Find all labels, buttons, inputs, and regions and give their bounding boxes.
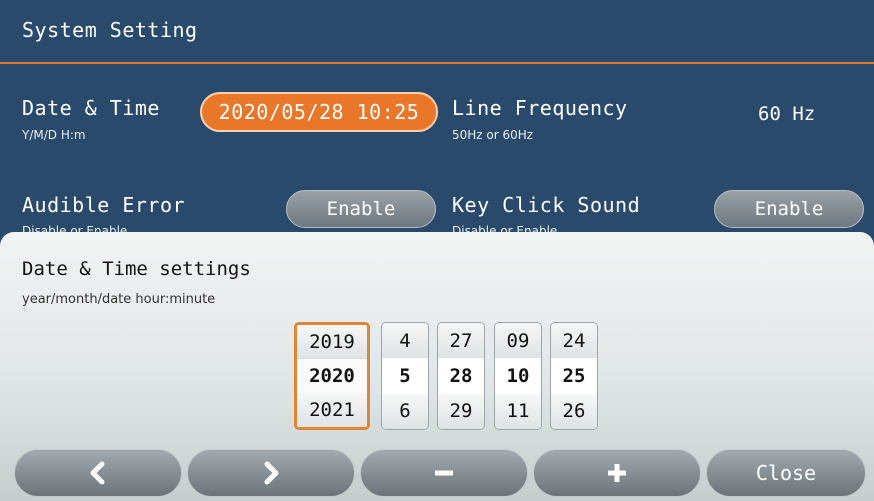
audible-error-toggle[interactable]: Enable bbox=[286, 190, 436, 228]
panel-subtitle: year/month/date hour:minute bbox=[22, 292, 216, 307]
hour-current[interactable]: 10 bbox=[495, 358, 541, 394]
hour-next[interactable]: 11 bbox=[495, 393, 541, 429]
audible-error-label: Audible Error bbox=[22, 193, 186, 217]
panel-title: Date & Time settings bbox=[22, 258, 251, 280]
year-next[interactable]: 2021 bbox=[297, 393, 367, 427]
chevron-left-icon bbox=[90, 461, 105, 485]
line-frequency-label: Line Frequency bbox=[452, 96, 628, 120]
key-click-label: Key Click Sound bbox=[452, 193, 641, 217]
next-button[interactable] bbox=[187, 449, 355, 497]
close-button[interactable]: Close bbox=[706, 449, 866, 497]
date-time-sub: Y/M/D H:m bbox=[22, 128, 86, 142]
month-prev[interactable]: 4 bbox=[382, 323, 428, 359]
page-title: System Setting bbox=[22, 18, 198, 42]
minute-next[interactable]: 26 bbox=[551, 393, 597, 429]
date-current[interactable]: 28 bbox=[438, 358, 484, 394]
minute-prev[interactable]: 24 bbox=[551, 323, 597, 359]
date-column[interactable]: 27 28 29 bbox=[437, 322, 485, 430]
year-prev[interactable]: 2019 bbox=[297, 325, 367, 359]
date-prev[interactable]: 27 bbox=[438, 323, 484, 359]
date-next[interactable]: 29 bbox=[438, 393, 484, 429]
year-current[interactable]: 2020 bbox=[297, 359, 367, 393]
month-column[interactable]: 4 5 6 bbox=[381, 322, 429, 430]
title-bar: System Setting bbox=[0, 0, 874, 64]
line-frequency-value[interactable]: 60 Hz bbox=[758, 103, 815, 125]
hour-prev[interactable]: 09 bbox=[495, 323, 541, 359]
date-time-value-button[interactable]: 2020/05/28 10:25 bbox=[200, 92, 438, 132]
decrement-button[interactable] bbox=[360, 449, 528, 497]
month-current[interactable]: 5 bbox=[382, 358, 428, 394]
chevron-right-icon bbox=[264, 461, 279, 485]
key-click-toggle[interactable]: Enable bbox=[714, 190, 864, 228]
line-frequency-sub: 50Hz or 60Hz bbox=[452, 128, 534, 142]
prev-button[interactable] bbox=[14, 449, 182, 497]
minute-column[interactable]: 24 25 26 bbox=[550, 322, 598, 430]
month-next[interactable]: 6 bbox=[382, 393, 428, 429]
increment-button[interactable] bbox=[533, 449, 701, 497]
plus-icon bbox=[608, 464, 626, 482]
year-column[interactable]: 2019 2020 2021 bbox=[294, 322, 370, 430]
minute-current[interactable]: 25 bbox=[551, 358, 597, 394]
date-time-label: Date & Time bbox=[22, 96, 160, 120]
hour-column[interactable]: 09 10 11 bbox=[494, 322, 542, 430]
minus-icon bbox=[435, 470, 453, 476]
bottom-action-bar: Close bbox=[0, 449, 874, 501]
